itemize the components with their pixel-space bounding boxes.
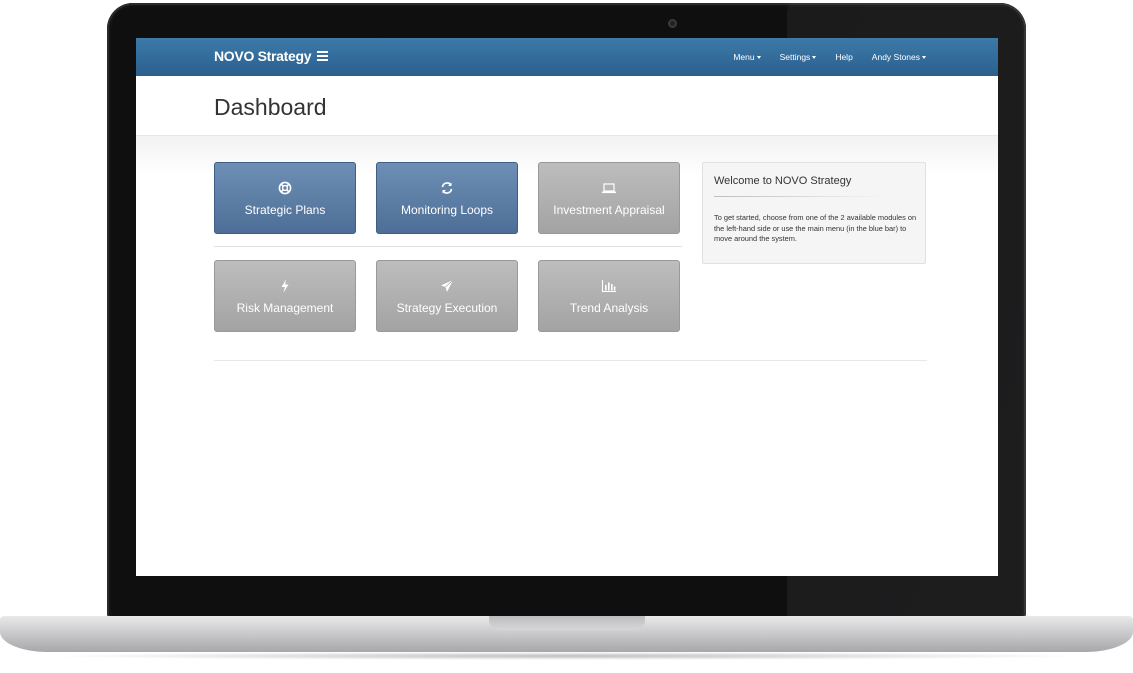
page-title: Dashboard xyxy=(214,94,327,120)
top-navbar: NOVO Strategy Menu Settings Help Andy St… xyxy=(136,38,998,76)
caret-down-icon xyxy=(922,55,926,59)
module-label: Investment Appraisal xyxy=(553,203,665,217)
module-tile-risk-management[interactable]: Risk Management xyxy=(214,260,356,332)
navbar-right: Menu Settings Help Andy Stones xyxy=(733,38,926,76)
module-label: Risk Management xyxy=(236,301,334,315)
nav-menu-label: Menu xyxy=(733,52,755,62)
bolt-icon xyxy=(215,279,355,293)
webcam xyxy=(668,19,677,28)
nav-help-link[interactable]: Help xyxy=(835,52,852,62)
module-label: Strategy Execution xyxy=(396,301,498,315)
welcome-text: To get started, choose from one of the 2… xyxy=(714,213,917,243)
brand-logo[interactable]: NOVO Strategy xyxy=(214,48,312,64)
page-header: Dashboard xyxy=(136,76,998,136)
welcome-panel: Welcome to NOVO Strategy To get started,… xyxy=(702,162,926,264)
content-divider xyxy=(214,360,927,361)
laptop-notch xyxy=(489,616,645,630)
module-tile-strategic-plans[interactable]: Strategic Plans xyxy=(214,162,356,234)
module-tile-trend-analysis[interactable]: Trend Analysis xyxy=(538,260,680,332)
life-ring-icon xyxy=(215,181,355,195)
module-tile-investment-appraisal[interactable]: Investment Appraisal xyxy=(538,162,680,234)
caret-down-icon xyxy=(812,55,817,59)
tile-row-divider xyxy=(214,246,682,247)
nav-help-label: Help xyxy=(835,52,853,62)
screen: NOVO Strategy Menu Settings Help Andy St… xyxy=(136,38,998,576)
module-label: Monitoring Loops xyxy=(400,203,494,217)
module-tile-strategy-execution[interactable]: Strategy Execution xyxy=(376,260,518,332)
nav-user-label: Andy Stones xyxy=(871,52,920,62)
welcome-title: Welcome to NOVO Strategy xyxy=(714,175,852,187)
welcome-divider xyxy=(714,196,886,197)
caret-down-icon xyxy=(756,55,761,59)
module-label: Trend Analysis xyxy=(569,301,649,315)
nav-settings-dropdown[interactable]: Settings xyxy=(780,52,817,62)
laptop-icon xyxy=(539,181,679,195)
module-label: Strategic Plans xyxy=(244,203,326,217)
nav-user-dropdown[interactable]: Andy Stones xyxy=(872,52,926,62)
laptop-shadow xyxy=(40,652,1093,660)
refresh-icon xyxy=(377,181,517,195)
hamburger-menu-icon[interactable] xyxy=(317,51,328,62)
dashboard-content: Strategic Plans Monitoring Loops Investm… xyxy=(136,136,998,576)
paper-plane-icon xyxy=(377,279,517,293)
nav-menu-dropdown[interactable]: Menu xyxy=(733,52,761,62)
bar-chart-icon xyxy=(539,279,679,293)
module-tile-monitoring-loops[interactable]: Monitoring Loops xyxy=(376,162,518,234)
nav-settings-label: Settings xyxy=(779,52,811,62)
